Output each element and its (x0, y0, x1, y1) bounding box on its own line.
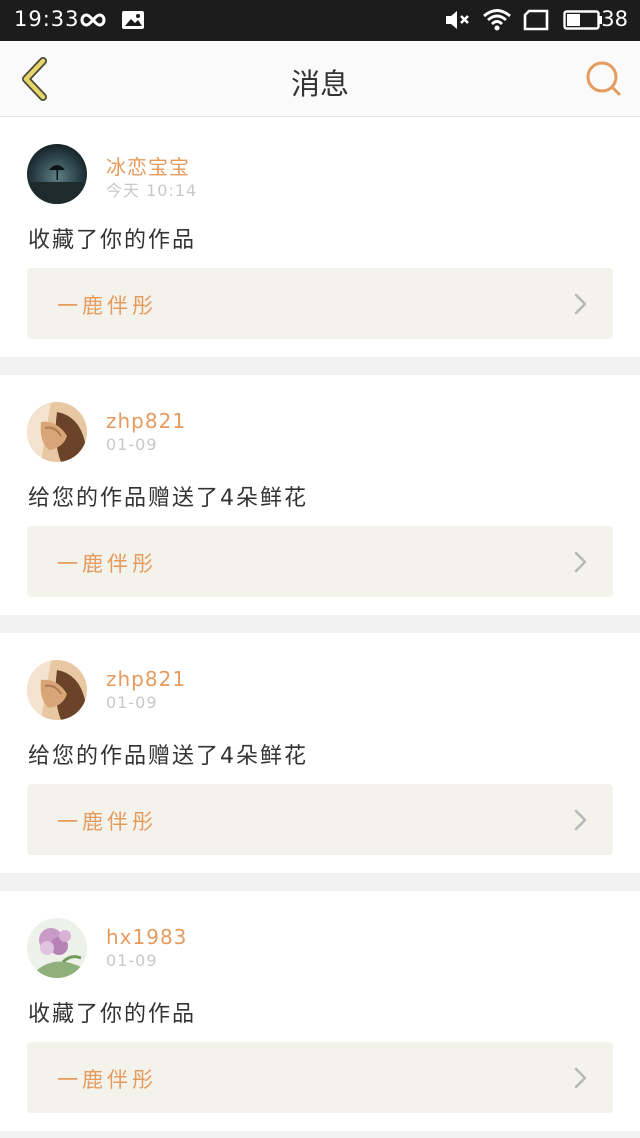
dark-night-scene-avatar (27, 144, 87, 204)
status-time: 19:33 (14, 7, 80, 31)
message-time: 01-09 (106, 951, 158, 970)
message-card: 冰恋宝宝 今天 10:14 收藏了你的作品 一鹿伴彤 (0, 117, 640, 357)
message-card: zhp821 01-09 给您的作品赠送了4朵鲜花 一鹿伴彤 (0, 375, 640, 615)
chevron-right-icon (574, 293, 587, 315)
chevron-right-icon (574, 1067, 587, 1089)
chevron-right-icon (574, 809, 587, 831)
message-text: 给您的作品赠送了4朵鲜花 (28, 744, 308, 769)
screen-icon (522, 6, 550, 34)
message-card: hx1983 01-09 收藏了你的作品 一鹿伴彤 (0, 891, 640, 1131)
page-title: 消息 (290, 67, 349, 101)
message-card: zhp821 01-09 给您的作品赠送了4朵鲜花 一鹿伴彤 (0, 633, 640, 873)
search-button[interactable] (582, 57, 626, 101)
work-title: 一鹿伴彤 (57, 810, 157, 834)
work-title: 一鹿伴彤 (57, 1068, 157, 1092)
avatar[interactable] (27, 144, 87, 204)
status-bar: 19:33 38 (0, 0, 640, 41)
infinity-icon (78, 6, 108, 34)
search-icon (586, 61, 621, 96)
work-link[interactable]: 一鹿伴彤 (27, 268, 613, 339)
battery-icon (562, 6, 604, 34)
message-text: 给您的作品赠送了4朵鲜花 (28, 486, 308, 511)
message-text: 收藏了你的作品 (28, 228, 197, 253)
avatar[interactable] (27, 918, 87, 978)
wifi-icon (482, 6, 512, 34)
battery-level: 38 (601, 7, 628, 31)
top-nav-bar: 消息 (0, 41, 640, 117)
chevron-right-icon (574, 551, 587, 573)
hands-photo-avatar (27, 660, 87, 720)
work-link[interactable]: 一鹿伴彤 (27, 1042, 613, 1113)
message-text: 收藏了你的作品 (28, 1002, 197, 1027)
gallery-notification-icon (120, 6, 146, 34)
mute-icon (444, 6, 472, 34)
username[interactable]: hx1983 (106, 925, 187, 949)
username[interactable]: zhp821 (106, 409, 186, 433)
avatar[interactable] (27, 402, 87, 462)
work-link[interactable]: 一鹿伴彤 (27, 784, 613, 855)
work-title: 一鹿伴彤 (57, 552, 157, 576)
avatar[interactable] (27, 660, 87, 720)
work-link[interactable]: 一鹿伴彤 (27, 526, 613, 597)
username[interactable]: zhp821 (106, 667, 186, 691)
message-time: 01-09 (106, 435, 158, 454)
flowers-avatar (27, 918, 87, 978)
message-time: 今天 10:14 (106, 181, 198, 200)
work-title: 一鹿伴彤 (57, 294, 157, 318)
username[interactable]: 冰恋宝宝 (106, 151, 190, 180)
message-time: 01-09 (106, 693, 158, 712)
hands-photo-avatar (27, 402, 87, 462)
